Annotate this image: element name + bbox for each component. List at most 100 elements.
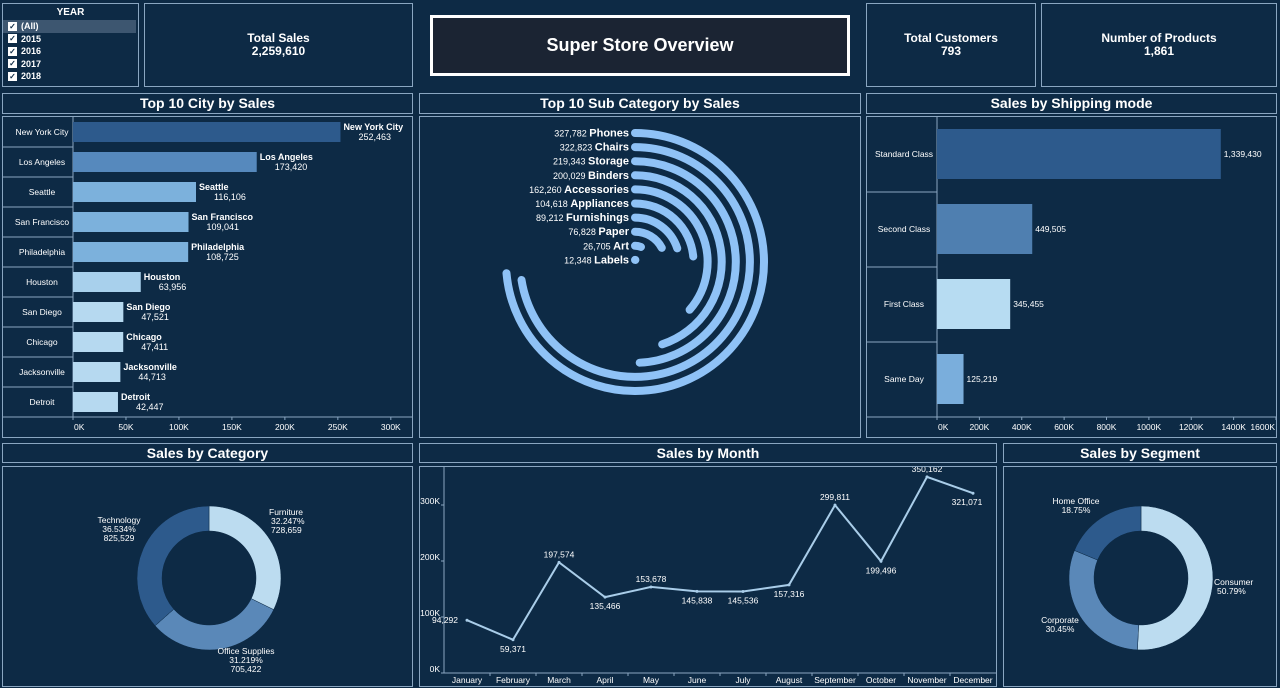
- segment-percent-label: 30.45%: [1046, 624, 1075, 634]
- city-bar-value-label: 116,106: [214, 192, 246, 202]
- x-tick-label: 150K: [222, 422, 242, 432]
- city-bar: [73, 182, 196, 202]
- category-slice: [136, 505, 210, 627]
- subcat-radial-chart: 327,782 Phones 322,823 Chairs 219,343 Stor…: [502, 128, 768, 395]
- city-category-label: San Francisco: [15, 217, 70, 227]
- month-tick-label: June: [688, 675, 707, 685]
- subcat-value: 162,260: [529, 185, 564, 195]
- category-value-label: 825,529: [104, 533, 135, 543]
- month-point: [925, 475, 929, 479]
- total-customers-value: 793: [940, 44, 962, 58]
- checkbox-icon[interactable]: ✓: [8, 21, 17, 31]
- x-tick-label: 250K: [328, 422, 348, 432]
- category-slice: [154, 598, 274, 651]
- city-bar-name-label: Seattle: [199, 182, 229, 192]
- month-point: [649, 585, 653, 589]
- subcat-value: 26,705: [583, 241, 613, 251]
- month-value-label: 59,371: [500, 644, 526, 654]
- year-option[interactable]: ✓ 2017: [3, 58, 138, 71]
- month-value-label: 145,536: [728, 595, 759, 605]
- subcat-value: 327,782: [554, 129, 589, 139]
- city-bar-name-label: New York City: [343, 122, 403, 132]
- year-option-label: 2016: [21, 46, 42, 57]
- city-category-label: New York City: [16, 127, 70, 137]
- city-bar: [73, 362, 121, 382]
- month-value-label: 145,838: [682, 595, 713, 605]
- ship-chart-title: Sales by Shipping mode: [866, 93, 1277, 114]
- city-category-label: Houston: [26, 277, 58, 287]
- year-filter-title: YEAR: [56, 7, 85, 18]
- year-filter[interactable]: YEAR ✓ (All) ✓ 2015 ✓ 2016 ✓ 2017 ✓ 2018: [2, 3, 139, 87]
- x-tick-label: 100K: [169, 422, 189, 432]
- x-tick-label: 600K: [1054, 422, 1074, 432]
- city-bar-value-label: 47,411: [141, 342, 168, 352]
- subcat-label: 89,212 Furnishings: [536, 212, 629, 224]
- num-products-value: 1,861: [1143, 44, 1175, 58]
- year-option-label: 2015: [21, 33, 42, 44]
- month-point: [511, 638, 515, 642]
- subcat-value: 76,828: [568, 227, 598, 237]
- month-tick-label: October: [866, 675, 896, 685]
- total-customers-card: Total Customers 793: [866, 3, 1036, 87]
- city-bar-value-label: 108,725: [206, 252, 239, 262]
- dashboard-title: Super Store Overview: [430, 15, 850, 76]
- year-option-label: 2018: [21, 71, 42, 82]
- city-bar-name-label: Detroit: [121, 392, 150, 402]
- x-tick-label: 0K: [74, 422, 85, 432]
- year-filter-list: ✓ (All) ✓ 2015 ✓ 2016 ✓ 2017 ✓ 2018: [3, 20, 138, 83]
- segment-chart-panel: Consumer 50.79% Corporate 30.45% Home Office…: [1003, 466, 1277, 687]
- city-category-label: Los Angeles: [19, 157, 65, 167]
- segment-donut-chart: Consumer50.79%Corporate30.45%Home Office…: [1041, 496, 1253, 651]
- ship-bar: [937, 204, 1033, 254]
- month-tick-label: April: [596, 675, 613, 685]
- year-option[interactable]: ✓ (All): [3, 20, 136, 33]
- ship-bar-value-label: 449,505: [1035, 224, 1066, 234]
- year-option[interactable]: ✓ 2016: [3, 45, 138, 58]
- x-tick-label: 300K: [381, 422, 401, 432]
- subcat-label: 76,828 Paper: [568, 226, 629, 238]
- category-value-label: 705,422: [231, 664, 262, 674]
- checkbox-icon[interactable]: ✓: [8, 71, 17, 81]
- x-tick-label: 400K: [1012, 422, 1032, 432]
- city-bar-name-label: Houston: [144, 272, 181, 282]
- city-bar-name-label: Los Angeles: [260, 152, 313, 162]
- ship-category-label: First Class: [884, 299, 924, 309]
- year-option[interactable]: ✓ 2018: [3, 70, 138, 83]
- number-of-products-card: Number of Products 1,861: [1041, 3, 1277, 87]
- x-tick-label: 0K: [938, 422, 949, 432]
- subcat-name: Chairs: [595, 142, 629, 154]
- city-bar-name-label: San Diego: [126, 302, 171, 312]
- x-tick-label: 50K: [118, 422, 133, 432]
- city-bar: [73, 392, 118, 412]
- month-point: [787, 583, 791, 587]
- y-tick-label: 200K: [420, 552, 440, 562]
- subcat-name: Furnishings: [566, 212, 629, 224]
- month-tick-label: September: [814, 675, 856, 685]
- subcat-value: 322,823: [560, 143, 595, 153]
- x-tick-label: 1000K: [1137, 422, 1162, 432]
- subcat-label: 322,823 Chairs: [560, 142, 629, 154]
- month-point: [695, 589, 699, 593]
- month-value-label: 135,466: [590, 601, 621, 611]
- month-tick-label: November: [907, 675, 946, 685]
- city-bar-chart: New York City New York City252,463Los Ang…: [3, 117, 412, 432]
- x-tick-label: 800K: [1097, 422, 1117, 432]
- x-tick-label: 200K: [969, 422, 989, 432]
- month-point: [971, 491, 975, 495]
- ship-category-label: Same Day: [884, 374, 924, 384]
- city-bar: [73, 302, 124, 322]
- checkbox-icon[interactable]: ✓: [8, 34, 17, 44]
- ship-bar: [937, 129, 1221, 179]
- subcat-name: Paper: [598, 226, 629, 238]
- year-option[interactable]: ✓ 2015: [3, 33, 138, 46]
- month-point: [879, 559, 883, 563]
- city-bar-value-label: 109,041: [207, 222, 240, 232]
- subcat-name: Phones: [589, 128, 629, 140]
- city-category-label: Chicago: [26, 337, 57, 347]
- month-value-label: 157,316: [774, 589, 805, 599]
- city-bar-value-label: 63,956: [159, 282, 187, 292]
- checkbox-icon[interactable]: ✓: [8, 46, 17, 56]
- month-value-label: 299,811: [820, 492, 850, 502]
- ship-category-label: Second Class: [878, 224, 930, 234]
- checkbox-icon[interactable]: ✓: [8, 59, 17, 69]
